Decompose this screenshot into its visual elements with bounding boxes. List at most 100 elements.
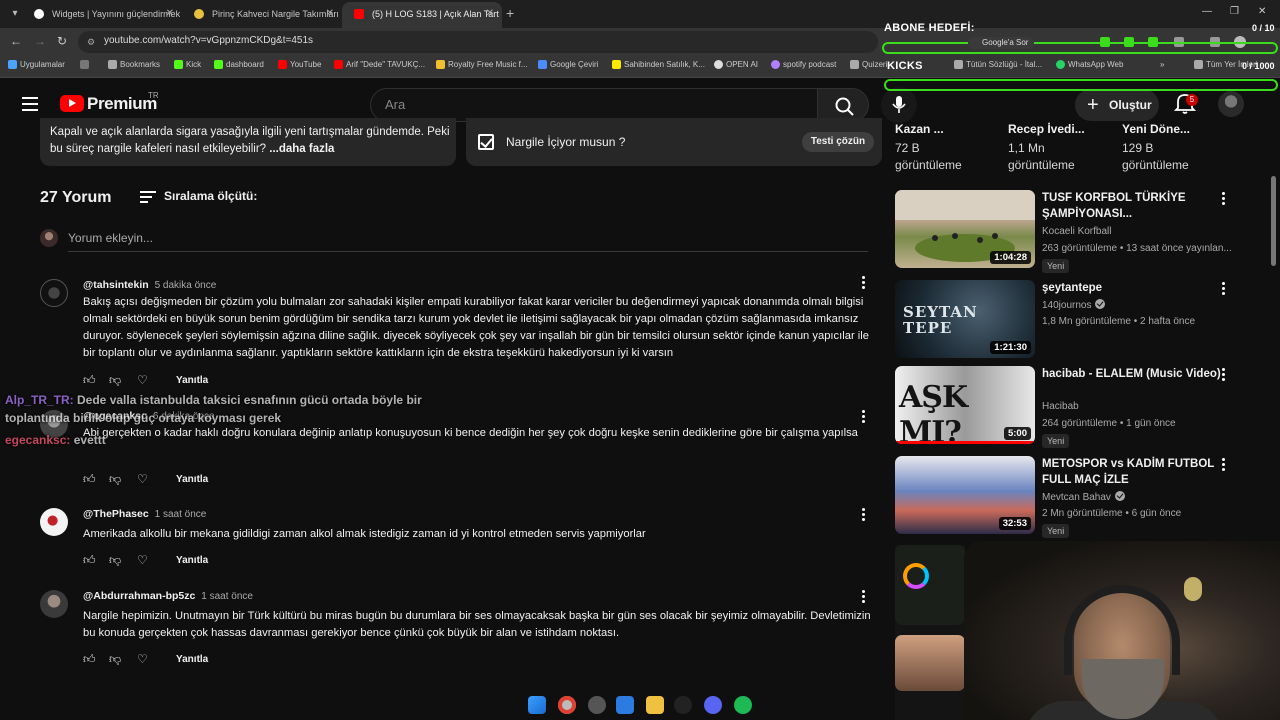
windows-start-icon[interactable] [528,696,546,714]
browser-tab-3[interactable]: (5) H LOG S183 | Açık Alan Tart ✕ [342,2,502,28]
bookmark-whatsapp[interactable]: WhatsApp Web [1056,60,1123,69]
avatar[interactable] [40,508,68,536]
video-title[interactable]: METOSPOR vs KADİM FUTBOL FULL MAÇ İZLE [1042,456,1222,488]
menu-icon[interactable] [22,97,38,111]
dislike-icon[interactable]: 👎︎ [109,652,121,667]
address-bar[interactable]: ⚙ youtube.com/watch?v=vGppnzmCKDg&t=451s [78,31,878,53]
show-more-link[interactable]: ...daha fazla [266,143,334,155]
comment-author[interactable]: @Abdurrahman-bp5zc [83,590,195,602]
video-thumbnail[interactable]: AŞK MI? 5:00 [895,366,1035,444]
reply-button[interactable]: Yanıtla [176,555,208,566]
related-video-partial[interactable]: Yeni Döne... 129 B görüntüleme [1122,122,1232,174]
dislike-icon[interactable]: 👎︎ [109,472,121,487]
bookmark-dashboard[interactable]: dashboard [214,60,264,69]
video-title[interactable]: şeytantepe [1042,280,1222,296]
video-more-icon[interactable] [1222,458,1226,473]
channel-name[interactable]: Mevtcan Bahav [1042,492,1111,503]
close-tab-icon[interactable]: ✕ [486,2,494,26]
related-video[interactable]: 1:04:28 TUSF KORFBOL TÜRKİYE ŞAMPİYONASI… [895,190,1240,273]
bookmark-sahibinden[interactable]: Sahibinden Satılık, K... [612,60,705,69]
related-video[interactable]: AŞK MI? 5:00 hacibab - ELALEM (Music Vid… [895,366,1240,448]
related-video-partial-thumbs[interactable] [895,545,965,720]
store-icon[interactable] [616,696,634,714]
heart-icon[interactable]: ♡ [137,472,148,486]
app-icon[interactable] [674,696,692,714]
account-avatar[interactable] [1218,91,1244,117]
logo-text[interactable]: Premium [87,94,157,114]
close-tab-icon[interactable]: ✕ [326,2,334,26]
close-tab-icon[interactable]: ✕ [166,2,174,26]
video-thumbnail[interactable]: SEYTAN TEPE 1:21:30 [895,280,1035,358]
like-icon[interactable]: 👍︎ [83,373,96,388]
comment-author[interactable]: @tahsintekin [83,279,149,291]
video-thumbnail[interactable]: 1:04:28 [895,190,1035,268]
comment-time[interactable]: 1 saat önce [155,509,207,520]
related-video[interactable]: 32:53 METOSPOR vs KADİM FUTBOL FULL MAÇ … [895,456,1240,538]
video-thumbnail[interactable] [895,545,965,625]
youtube-logo-icon[interactable] [60,95,84,112]
reply-button[interactable]: Yanıtla [176,654,208,665]
like-icon[interactable]: 👍︎ [83,652,96,667]
bookmark-quizeri[interactable]: Quizeri [850,60,887,69]
restore-icon[interactable]: ❐ [1230,6,1239,17]
discord-icon[interactable] [704,696,722,714]
forward-icon[interactable]: → [34,34,46,48]
channel-name[interactable]: Kocaeli Korfball [1042,226,1111,237]
reply-button[interactable]: Yanıtla [176,375,208,386]
sort-button[interactable]: Sıralama ölçütü: [164,189,257,203]
related-video-partial[interactable]: Recep İvedi... 1,1 Mn görüntüleme [1008,122,1118,174]
spotify-icon[interactable] [734,696,752,714]
reply-button[interactable]: Yanıtla [176,474,208,485]
search-button[interactable] [817,88,869,122]
browser-tab-2[interactable]: Pirinç Kahveci Nargile Takımları ✕ [182,2,342,28]
video-more-icon[interactable] [1222,368,1226,383]
video-description[interactable]: Kapalı ve açık alanlarda sigara yasağıyl… [40,118,456,166]
bookmark-arif-dede[interactable]: Arif "Dede" TAVUKÇ... [334,60,425,69]
heart-icon[interactable]: ♡ [137,652,148,666]
bookmark-spotify-podcast[interactable]: spotify podcast [771,60,836,69]
close-window-icon[interactable]: ✕ [1258,6,1266,17]
sidebar-scrollbar[interactable] [1271,176,1276,266]
comment-more-icon[interactable] [862,508,868,522]
create-button[interactable]: + Oluştur [1075,89,1159,121]
search-input[interactable] [385,97,785,112]
like-icon[interactable]: 👍︎ [83,472,96,487]
comment-time[interactable]: 5 dakika önce [155,280,217,291]
bookmark-google-translate[interactable]: Google Çeviri [538,60,598,69]
video-thumbnail[interactable] [895,635,965,691]
video-title[interactable]: TUSF KORFBOL TÜRKİYE ŞAMPİYONASI... [1042,190,1222,222]
related-video[interactable]: SEYTAN TEPE 1:21:30 şeytantepe 140journo… [895,280,1240,360]
new-tab-button[interactable]: + [506,5,514,21]
add-comment-input[interactable] [68,231,868,252]
heart-icon[interactable]: ♡ [137,553,148,567]
heart-icon[interactable]: ♡ [137,373,148,387]
reload-icon[interactable]: ↻ [57,34,67,48]
avatar[interactable] [40,590,68,618]
comment-more-icon[interactable] [862,276,868,290]
bookmarks-overflow-icon[interactable]: » [1160,60,1164,69]
minimize-icon[interactable]: — [1202,6,1212,17]
comment-author[interactable]: @ThePhasec [83,508,149,520]
take-quiz-button[interactable]: Testi çözün [802,132,874,152]
google-lens-button[interactable]: Google'a Sor [968,37,1035,49]
bookmark-apps[interactable]: Uygulamalar [8,60,65,69]
video-thumbnail[interactable]: 32:53 [895,456,1035,534]
site-info-icon[interactable]: ⚙ [87,37,97,47]
obs-icon[interactable] [588,696,606,714]
channel-name[interactable]: 140journos [1042,300,1091,311]
video-title[interactable]: hacibab - ELALEM (Music Video) [1042,366,1222,382]
bookmark-bookmarks[interactable]: Bookmarks [108,60,160,69]
back-icon[interactable]: ← [10,34,22,48]
comment-more-icon[interactable] [862,410,868,424]
bookmark-youtube[interactable]: YouTube [278,60,321,69]
bookmark-openai[interactable]: OPEN AI [714,60,758,69]
video-more-icon[interactable] [1222,192,1226,207]
bookmark-tutun-sozlugu[interactable]: Tütün Sözlüğü - İtal... [954,60,1042,69]
video-more-icon[interactable] [1222,282,1226,297]
like-icon[interactable]: 👍︎ [83,553,96,568]
avatar[interactable] [40,279,68,307]
channel-name[interactable]: Hacibab [1042,401,1079,412]
browser-tab-1[interactable]: Widgets | Yayınını güçlendirmek ✕ [22,2,182,28]
bookmark-kick[interactable]: Kick [174,60,201,69]
comment-time[interactable]: 1 saat önce [201,591,253,602]
